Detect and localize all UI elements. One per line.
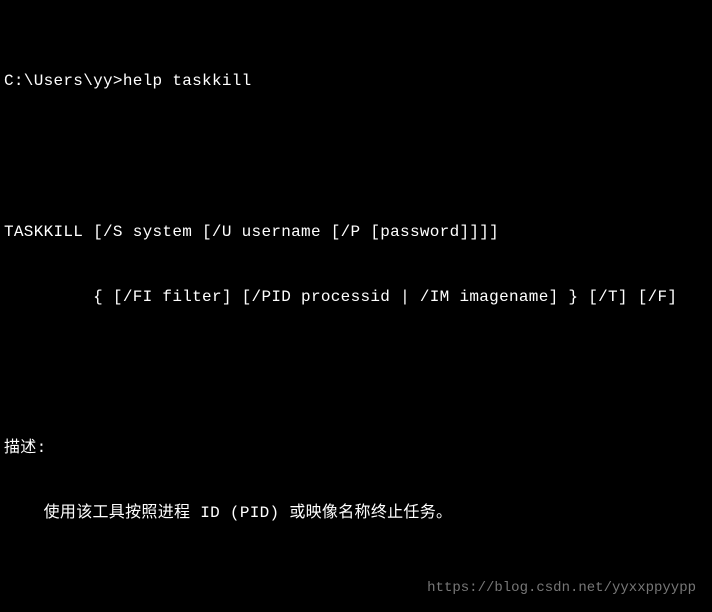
syntax-line: TASKKILL [/S system [/U username [/P [pa… [4,222,704,244]
description-text: 使用该工具按照进程 ID (PID) 或映像名称终止任务。 [4,503,704,525]
terminal-window[interactable]: C:\Users\yy>help taskkill TASKKILL [/S s… [0,0,712,612]
blank-line [4,352,704,374]
description-header: 描述: [4,438,704,460]
prompt: C:\Users\yy> [4,72,123,90]
watermark-text: https://blog.csdn.net/yyxxppyypp [427,579,696,598]
command: help taskkill [123,72,252,90]
syntax-line: { [/FI filter] [/PID processid | /IM ima… [4,287,704,309]
prompt-line: C:\Users\yy>help taskkill [4,71,704,93]
blank-line [4,136,704,158]
